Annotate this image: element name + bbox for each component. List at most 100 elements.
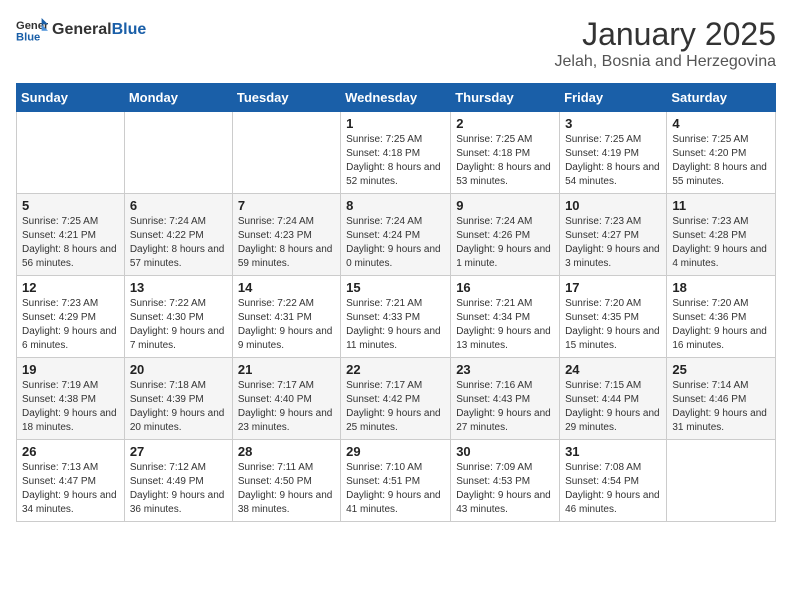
calendar-cell: 13 Sunrise: 7:22 AM Sunset: 4:30 PM Dayli… — [124, 276, 232, 358]
calendar-cell: 18Sunrise: 7:20 AM Sunset: 4:36 PM Dayli… — [667, 276, 776, 358]
day-info: Sunrise: 7:17 AM Sunset: 4:40 PM Dayligh… — [238, 379, 335, 435]
weekday-header-thursday: Thursday — [451, 84, 560, 112]
calendar-cell — [124, 112, 232, 194]
calendar-cell — [667, 440, 776, 522]
day-info: Sunrise: 7:24 AM Sunset: 4:26 PM Dayligh… — [456, 215, 554, 271]
day-number: 29 — [346, 444, 445, 459]
day-info: Sunrise: 7:16 AM Sunset: 4:43 PM Dayligh… — [456, 379, 554, 435]
day-info: Sunrise: 7:14 AM Sunset: 4:46 PM Dayligh… — [672, 379, 770, 435]
calendar-week-row: 12 Sunrise: 7:23 AM Sunset: 4:29 PM Dayli… — [17, 276, 776, 358]
day-number: 12 — [22, 280, 119, 295]
logo: General Blue GeneralBlue — [16, 16, 146, 44]
day-number: 10 — [565, 198, 661, 213]
day-info: Sunrise: 7:25 AM Sunset: 4:18 PM Dayligh… — [346, 133, 445, 189]
day-info: Sunrise: 7:20 AM Sunset: 4:36 PM Dayligh… — [672, 297, 770, 353]
day-number: 19 — [22, 362, 119, 377]
weekday-header-monday: Monday — [124, 84, 232, 112]
day-number: 11 — [672, 198, 770, 213]
calendar-cell: 28Sunrise: 7:11 AM Sunset: 4:50 PM Dayli… — [232, 440, 340, 522]
month-title: January 2025 — [555, 16, 776, 53]
day-info: Sunrise: 7:23 AM Sunset: 4:28 PM Dayligh… — [672, 215, 770, 271]
calendar-cell: 29Sunrise: 7:10 AM Sunset: 4:51 PM Dayli… — [341, 440, 451, 522]
svg-text:Blue: Blue — [16, 31, 40, 43]
day-number: 23 — [456, 362, 554, 377]
calendar-cell: 25 Sunrise: 7:14 AM Sunset: 4:46 PM Dayli… — [667, 358, 776, 440]
day-number: 24 — [565, 362, 661, 377]
day-info: Sunrise: 7:23 AM Sunset: 4:29 PM Dayligh… — [22, 297, 119, 353]
calendar-cell: 3Sunrise: 7:25 AM Sunset: 4:19 PM Daylig… — [560, 112, 667, 194]
day-number: 25 — [672, 362, 770, 377]
day-info: Sunrise: 7:13 AM Sunset: 4:47 PM Dayligh… — [22, 461, 119, 517]
weekday-header-sunday: Sunday — [17, 84, 125, 112]
day-info: Sunrise: 7:22 AM Sunset: 4:31 PM Dayligh… — [238, 297, 335, 353]
day-number: 31 — [565, 444, 661, 459]
calendar-cell: 9 Sunrise: 7:24 AM Sunset: 4:26 PM Daylig… — [451, 194, 560, 276]
calendar-cell: 27 Sunrise: 7:12 AM Sunset: 4:49 PM Dayli… — [124, 440, 232, 522]
calendar-cell: 10 Sunrise: 7:23 AM Sunset: 4:27 PM Dayli… — [560, 194, 667, 276]
calendar-cell: 17Sunrise: 7:20 AM Sunset: 4:35 PM Dayli… — [560, 276, 667, 358]
day-number: 26 — [22, 444, 119, 459]
calendar-cell: 21 Sunrise: 7:17 AM Sunset: 4:40 PM Dayli… — [232, 358, 340, 440]
calendar-table: SundayMondayTuesdayWednesdayThursdayFrid… — [16, 83, 776, 522]
day-number: 21 — [238, 362, 335, 377]
calendar-cell: 1 Sunrise: 7:25 AM Sunset: 4:18 PM Daylig… — [341, 112, 451, 194]
day-info: Sunrise: 7:24 AM Sunset: 4:24 PM Dayligh… — [346, 215, 445, 271]
calendar-cell: 23 Sunrise: 7:16 AM Sunset: 4:43 PM Dayli… — [451, 358, 560, 440]
calendar-cell: 8 Sunrise: 7:24 AM Sunset: 4:24 PM Daylig… — [341, 194, 451, 276]
calendar-week-row: 1 Sunrise: 7:25 AM Sunset: 4:18 PM Daylig… — [17, 112, 776, 194]
calendar-cell: 14Sunrise: 7:22 AM Sunset: 4:31 PM Dayli… — [232, 276, 340, 358]
calendar-cell: 6 Sunrise: 7:24 AM Sunset: 4:22 PM Daylig… — [124, 194, 232, 276]
day-number: 6 — [130, 198, 227, 213]
day-number: 20 — [130, 362, 227, 377]
day-number: 1 — [346, 116, 445, 131]
page-header: General Blue GeneralBlue January 2025 Je… — [16, 16, 776, 71]
calendar-cell: 2 Sunrise: 7:25 AM Sunset: 4:18 PM Daylig… — [451, 112, 560, 194]
weekday-header-wednesday: Wednesday — [341, 84, 451, 112]
logo-text: GeneralBlue — [52, 21, 146, 39]
calendar-week-row: 26 Sunrise: 7:13 AM Sunset: 4:47 PM Dayli… — [17, 440, 776, 522]
day-info: Sunrise: 7:08 AM Sunset: 4:54 PM Dayligh… — [565, 461, 661, 517]
day-number: 15 — [346, 280, 445, 295]
day-number: 4 — [672, 116, 770, 131]
calendar-cell: 22Sunrise: 7:17 AM Sunset: 4:42 PM Dayli… — [341, 358, 451, 440]
title-block: January 2025 Jelah, Bosnia and Herzegovi… — [555, 16, 776, 71]
weekday-header-tuesday: Tuesday — [232, 84, 340, 112]
calendar-cell: 30Sunrise: 7:09 AM Sunset: 4:53 PM Dayli… — [451, 440, 560, 522]
calendar-cell: 5Sunrise: 7:25 AM Sunset: 4:21 PM Daylig… — [17, 194, 125, 276]
calendar-cell: 4 Sunrise: 7:25 AM Sunset: 4:20 PM Daylig… — [667, 112, 776, 194]
calendar-cell: 16Sunrise: 7:21 AM Sunset: 4:34 PM Dayli… — [451, 276, 560, 358]
calendar-cell: 11 Sunrise: 7:23 AM Sunset: 4:28 PM Dayli… — [667, 194, 776, 276]
day-info: Sunrise: 7:25 AM Sunset: 4:20 PM Dayligh… — [672, 133, 770, 189]
calendar-cell — [17, 112, 125, 194]
calendar-cell: 26 Sunrise: 7:13 AM Sunset: 4:47 PM Dayli… — [17, 440, 125, 522]
day-info: Sunrise: 7:25 AM Sunset: 4:18 PM Dayligh… — [456, 133, 554, 189]
day-info: Sunrise: 7:20 AM Sunset: 4:35 PM Dayligh… — [565, 297, 661, 353]
day-number: 16 — [456, 280, 554, 295]
calendar-week-row: 19Sunrise: 7:19 AM Sunset: 4:38 PM Dayli… — [17, 358, 776, 440]
location-title: Jelah, Bosnia and Herzegovina — [555, 53, 776, 71]
weekday-header-saturday: Saturday — [667, 84, 776, 112]
day-number: 9 — [456, 198, 554, 213]
day-number: 13 — [130, 280, 227, 295]
calendar-cell: 19Sunrise: 7:19 AM Sunset: 4:38 PM Dayli… — [17, 358, 125, 440]
calendar-week-row: 5Sunrise: 7:25 AM Sunset: 4:21 PM Daylig… — [17, 194, 776, 276]
weekday-header-row: SundayMondayTuesdayWednesdayThursdayFrid… — [17, 84, 776, 112]
day-info: Sunrise: 7:21 AM Sunset: 4:33 PM Dayligh… — [346, 297, 445, 353]
day-info: Sunrise: 7:24 AM Sunset: 4:22 PM Dayligh… — [130, 215, 227, 271]
day-number: 28 — [238, 444, 335, 459]
day-info: Sunrise: 7:23 AM Sunset: 4:27 PM Dayligh… — [565, 215, 661, 271]
day-info: Sunrise: 7:15 AM Sunset: 4:44 PM Dayligh… — [565, 379, 661, 435]
calendar-cell: 31 Sunrise: 7:08 AM Sunset: 4:54 PM Dayli… — [560, 440, 667, 522]
calendar-cell: 12 Sunrise: 7:23 AM Sunset: 4:29 PM Dayli… — [17, 276, 125, 358]
day-info: Sunrise: 7:12 AM Sunset: 4:49 PM Dayligh… — [130, 461, 227, 517]
day-number: 2 — [456, 116, 554, 131]
day-number: 8 — [346, 198, 445, 213]
day-info: Sunrise: 7:25 AM Sunset: 4:21 PM Dayligh… — [22, 215, 119, 271]
day-number: 22 — [346, 362, 445, 377]
weekday-header-friday: Friday — [560, 84, 667, 112]
day-number: 27 — [130, 444, 227, 459]
logo-icon: General Blue — [16, 16, 48, 44]
calendar-cell: 7Sunrise: 7:24 AM Sunset: 4:23 PM Daylig… — [232, 194, 340, 276]
day-info: Sunrise: 7:22 AM Sunset: 4:30 PM Dayligh… — [130, 297, 227, 353]
calendar-cell: 15 Sunrise: 7:21 AM Sunset: 4:33 PM Dayli… — [341, 276, 451, 358]
